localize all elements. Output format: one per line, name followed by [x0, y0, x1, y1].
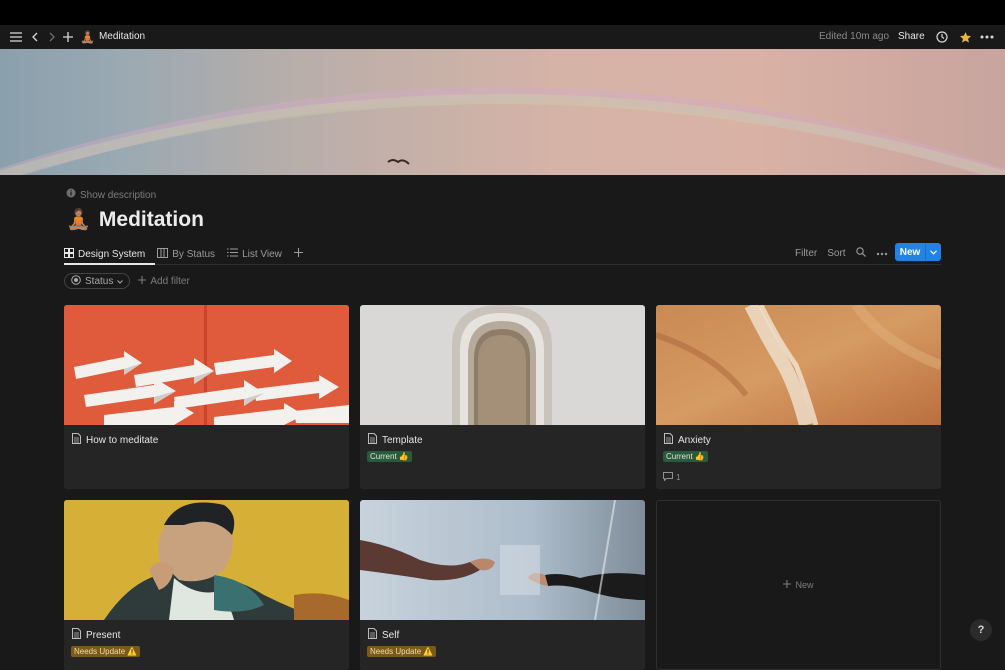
chevron-down-icon	[117, 276, 124, 287]
tab-by-status[interactable]: By Status	[157, 244, 215, 264]
page-title[interactable]: 🧘🏽 Meditation	[66, 206, 204, 234]
menu-icon[interactable]	[9, 30, 23, 44]
favorite-star-icon[interactable]	[958, 30, 972, 44]
view-tabs: Design System By Status List View	[64, 244, 303, 264]
status-badge: Current 👍	[367, 451, 412, 462]
status-filter-pill[interactable]: Status	[64, 273, 131, 289]
card-cover-image	[360, 500, 645, 620]
card-title: Self	[368, 628, 399, 644]
sort-button[interactable]: Sort	[827, 248, 845, 259]
chevron-down-icon[interactable]	[926, 249, 941, 255]
plus-icon	[783, 580, 792, 590]
page-icon	[368, 433, 377, 449]
back-icon[interactable]	[28, 30, 42, 44]
card-cover-image	[360, 305, 645, 425]
comment-icon	[663, 472, 673, 483]
tab-design-system[interactable]: Design System	[64, 244, 145, 264]
page-title-text: Meditation	[98, 208, 204, 231]
new-button[interactable]: New	[895, 243, 941, 261]
views-divider	[64, 264, 941, 265]
topbar: 🧘🏽 Meditation Edited 10m ago Share	[0, 25, 1005, 49]
board-icon	[157, 247, 169, 261]
card-title-text: Present	[86, 630, 121, 641]
breadcrumb[interactable]: 🧘🏽 Meditation	[80, 29, 145, 45]
info-icon	[66, 188, 76, 203]
breadcrumb-title: Meditation	[98, 31, 146, 42]
page-title-emoji-icon[interactable]: 🧘🏽	[66, 210, 91, 230]
page-icon	[72, 628, 81, 644]
tab-label: By Status	[172, 248, 216, 260]
card-title: How to meditate	[72, 433, 158, 449]
add-view-icon[interactable]	[293, 248, 303, 260]
plus-icon	[138, 275, 147, 287]
filter-bar: Status Add filter	[64, 273, 190, 289]
edited-status: Edited 10m ago	[819, 31, 890, 42]
more-options-icon[interactable]	[980, 30, 994, 44]
page-icon	[72, 433, 81, 449]
gallery-card[interactable]: Present Needs Update ⚠️	[64, 500, 349, 670]
card-title-text: Anxiety	[678, 435, 711, 446]
forward-icon[interactable]	[45, 30, 59, 44]
page-icon	[664, 433, 673, 449]
gallery-card[interactable]: How to meditate	[64, 305, 349, 489]
add-page-icon[interactable]	[61, 30, 75, 44]
share-button[interactable]: Share	[898, 29, 925, 45]
database-toolbar: Filter Sort	[795, 245, 888, 261]
gallery-card[interactable]: Template Current 👍	[360, 305, 645, 489]
gallery-card[interactable]: Anxiety Current 👍 1	[656, 305, 941, 489]
add-filter-button[interactable]: Add filter	[138, 275, 190, 287]
active-tab-indicator	[64, 263, 155, 265]
more-options-icon[interactable]	[876, 248, 888, 259]
gallery-card[interactable]: Self Needs Update ⚠️	[360, 500, 645, 670]
card-cover-image	[64, 500, 349, 620]
list-icon	[227, 248, 239, 260]
card-cover-image	[656, 305, 941, 425]
tab-list-view[interactable]: List View	[227, 244, 282, 264]
cover-image	[0, 49, 1005, 175]
card-title-text: How to meditate	[86, 435, 159, 446]
gallery-icon	[64, 247, 74, 261]
history-icon[interactable]	[935, 30, 949, 44]
status-badge: Current 👍	[663, 451, 708, 462]
search-icon[interactable]	[855, 246, 866, 260]
page-icon	[368, 628, 377, 644]
comment-count[interactable]: 1	[663, 472, 680, 483]
help-button[interactable]: ?	[970, 619, 992, 641]
card-cover-image	[64, 305, 349, 425]
window-top-strip	[0, 0, 1005, 25]
tab-label: Design System	[78, 248, 146, 260]
card-title-text: Template	[382, 435, 423, 446]
new-button-label: New	[899, 246, 921, 258]
status-badge: Needs Update ⚠️	[71, 646, 141, 657]
new-card-label: New	[795, 580, 814, 590]
card-title: Anxiety	[664, 433, 711, 449]
filter-button[interactable]: Filter	[795, 248, 817, 259]
page-emoji-icon: 🧘🏽	[80, 30, 95, 44]
status-badge: Needs Update ⚠️	[367, 646, 437, 657]
card-title-text: Self	[382, 630, 400, 641]
status-icon	[71, 274, 81, 288]
card-title: Template	[368, 433, 423, 449]
comment-count-value: 1	[676, 473, 681, 482]
new-card-button[interactable]: New	[656, 500, 941, 670]
show-description-toggle[interactable]: Show description	[66, 188, 156, 203]
status-filter-label: Status	[85, 275, 114, 287]
add-filter-label: Add filter	[150, 275, 190, 287]
card-title: Present	[72, 628, 120, 644]
show-description-label: Show description	[80, 189, 157, 201]
tab-label: List View	[242, 248, 282, 260]
